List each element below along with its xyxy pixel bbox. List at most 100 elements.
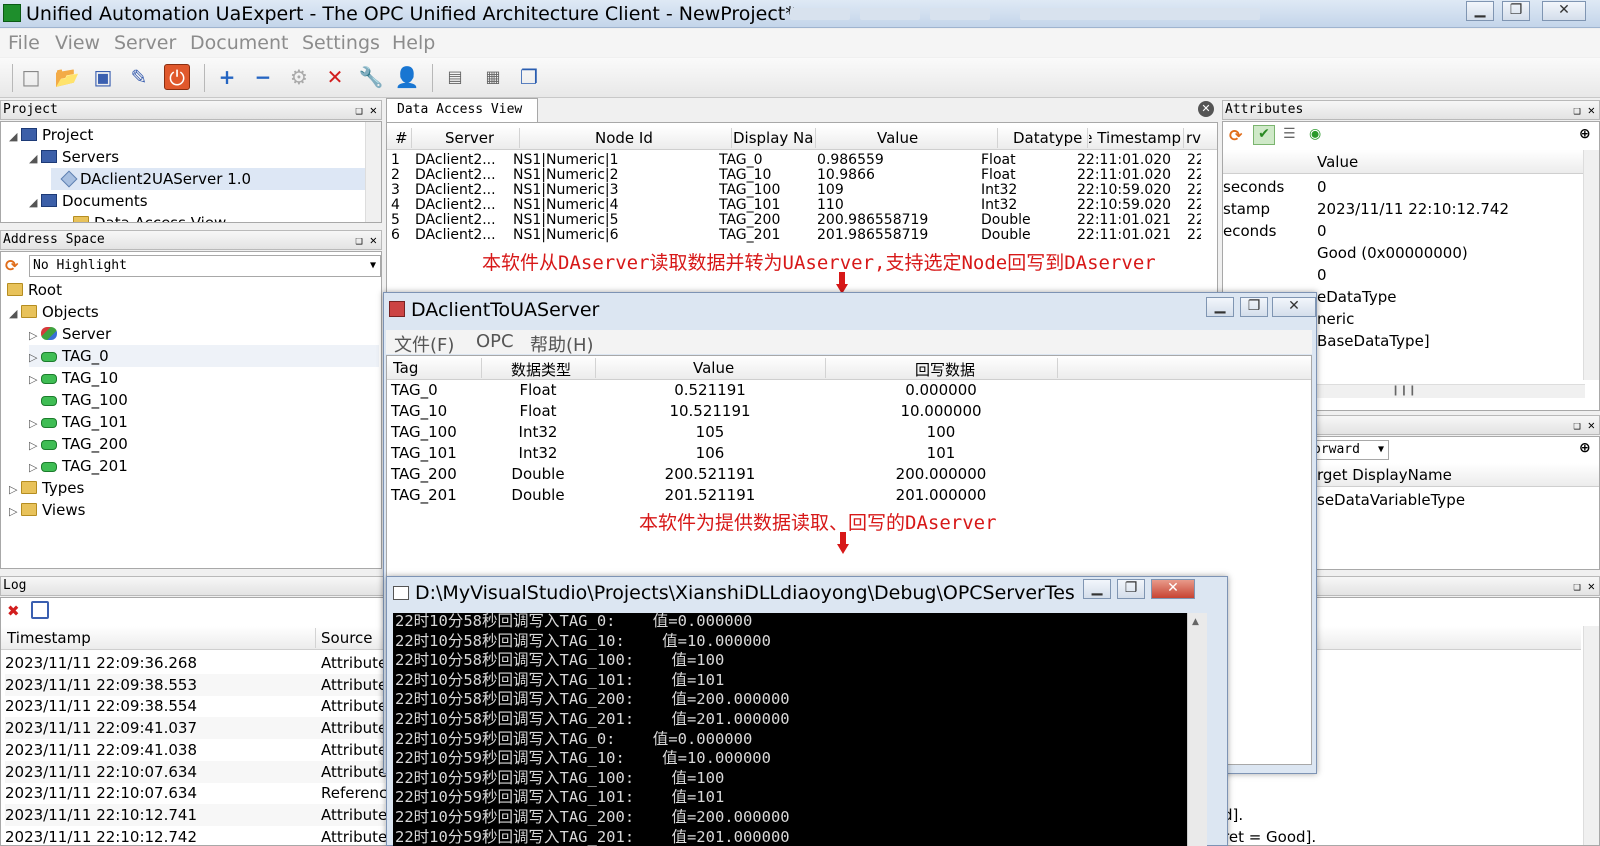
browse-direction-select[interactable]: orward ▼ [1309,440,1389,460]
tree-item-tag-100[interactable]: TAG_100 [29,389,128,411]
open-icon[interactable]: 📂 [54,64,80,90]
tree-item-data-access-view[interactable]: Data Access View [73,212,226,222]
close-tab-icon[interactable]: ✕ [1198,101,1214,117]
dialog-tag-row[interactable]: TAG_201 Double 201.521191 201.000000 [387,485,1057,506]
remove-server-icon[interactable]: − [250,64,276,90]
report-icon[interactable]: ▤ [442,64,468,90]
attribute-row[interactable]: stamp 2023/11/11 22:10:12.742 [1223,198,1583,220]
tree-item-daclient2uaserver[interactable]: DAclient2UAServer 1.0 [51,168,365,190]
attribute-row[interactable]: seconds 0 [1223,176,1583,198]
dav-row[interactable]: 4 DAclient2... NS1|Numeric|4 TAG_101 110 Int3… [387,198,1205,213]
menu-document[interactable]: Document [190,32,288,54]
dialog-tag-row[interactable]: TAG_100 Int32 105 100 [387,422,1057,443]
folder-icon [21,305,37,318]
tree-item-root[interactable]: Root [7,279,62,301]
tree-item-views[interactable]: ▷ Views [9,499,85,521]
tree-item-server[interactable]: ▷ Server [29,323,111,345]
panel-float-close-icon[interactable]: ❑ ✕ [355,101,377,119]
panel-float-close-icon[interactable]: ❑ ✕ [1573,416,1595,434]
tree-view-icon[interactable]: ☰ [1283,126,1296,142]
attribute-row[interactable]: 0 [1223,264,1583,286]
log-row[interactable]: 2023/11/11 22:09:38.553 Attribute [5,673,387,696]
log-row[interactable]: 2023/11/11 22:10:12.741 Attribute [5,803,387,826]
log-row[interactable]: 2023/11/11 22:09:41.037 Attribute [5,717,387,740]
dialog-menu-opc[interactable]: OPC [476,331,514,352]
save-log-icon[interactable] [31,601,49,619]
dav-row[interactable]: 5 DAclient2... NS1|Numeric|5 TAG_200 200.986… [387,213,1205,228]
add-icon[interactable]: ⊕ [1579,126,1591,142]
dialog-tag-row[interactable]: TAG_0 Float 0.521191 0.000000 [387,380,1057,401]
menu-settings[interactable]: Settings [302,32,380,54]
log-row[interactable]: 2023/11/11 22:10:07.634 Attribute [5,760,387,783]
log-row[interactable]: 2023/11/11 22:09:36.268 Attribute [5,652,387,674]
dialog-close-button[interactable]: ✕ [1272,297,1316,317]
tab-data-access-view[interactable]: Data Access View [386,98,538,122]
panel-float-close-icon[interactable]: ❑ ✕ [1573,577,1595,595]
tree-item-servers[interactable]: ◢ Servers [29,146,119,168]
new-icon[interactable]: □ [18,64,44,90]
tree-item-tag-0[interactable]: ▷ TAG_0 [29,345,379,367]
attribute-row[interactable]: econds 0 [1223,220,1583,242]
dialog-tag-row[interactable]: TAG_101 Int32 106 101 [387,443,1057,464]
dav-row[interactable]: 2 DAclient2... NS1|Numeric|2 TAG_10 10.9866 F… [387,168,1205,183]
dialog-menu-file[interactable]: 文件(F) [394,331,454,357]
add-server-icon[interactable]: + [214,64,240,90]
dav-row[interactable]: 3 DAclient2... NS1|Numeric|3 TAG_100 109 Int3… [387,183,1205,198]
console-close-button[interactable]: ✕ [1151,579,1195,599]
disconnect-icon[interactable]: ✕ [322,64,348,90]
power-icon[interactable]: ⏻ [164,64,190,90]
tree-item-types[interactable]: ▷ Types [9,477,84,499]
add-icon[interactable]: ⊕ [1579,440,1591,456]
tree-item-project[interactable]: ◢ Project [9,124,93,146]
connect-icon[interactable]: ⚙ [286,64,312,90]
calendar-icon[interactable]: ▦ [480,64,506,90]
console-scrollbar[interactable]: ▲ [1187,613,1207,846]
console-minimize-button[interactable]: ▁ [1083,579,1111,599]
maximize-button[interactable]: ❐ [1502,1,1530,21]
log-scrollbar[interactable] [1583,626,1599,845]
dav-row[interactable]: 6 DAclient2... NS1|Numeric|6 TAG_201 201.986… [387,228,1205,243]
window-icon[interactable]: ❐ [516,64,542,90]
menu-view[interactable]: View [55,32,100,54]
highlight-select[interactable]: No Highlight ▼ [29,255,381,277]
reference-row[interactable]: seDataVariableType [1317,489,1465,511]
dialog-minimize-button[interactable]: ▁ [1206,297,1234,317]
settings-icon[interactable]: 🔧 [358,64,384,90]
watch-icon[interactable]: ◉ [1309,126,1321,142]
log-row[interactable]: 2023/11/11 22:10:07.634 Reference [5,782,397,804]
log-row[interactable]: 2023/11/11 22:10:12.742 Attribute [5,826,387,845]
attribute-value: 0 [1317,178,1327,196]
dialog-tag-row[interactable]: TAG_10 Float 10.521191 10.000000 [387,401,1057,422]
close-button[interactable]: ✕ [1542,1,1586,21]
log-row[interactable]: 2023/11/11 22:09:41.038 Attribute [5,739,387,761]
save-as-icon[interactable]: ✎ [126,64,152,90]
dav-row[interactable]: 1 DAclient2... NS1|Numeric|1 TAG_0 0.986559 F… [387,153,1205,168]
clear-log-icon[interactable]: ✖ [7,602,20,620]
minimize-button[interactable]: ▁ [1466,1,1494,21]
dialog-tag-row[interactable]: TAG_200 Double 200.521191 200.000000 [387,464,1057,485]
save-icon[interactable]: ▣ [90,64,116,90]
checkmark-icon[interactable]: ✔ [1253,125,1275,145]
user-icon[interactable]: 👤 [394,64,420,90]
menu-server[interactable]: Server [114,32,176,54]
log-row[interactable]: 2023/11/11 22:09:38.554 Attribute [5,695,387,717]
attribute-row[interactable]: Good (0x00000000) [1223,242,1583,264]
tree-item-tag-10[interactable]: ▷ TAG_10 [29,367,118,389]
tree-item-tag-101[interactable]: ▷ TAG_101 [29,411,128,433]
refresh-icon[interactable]: ⟳ [1229,126,1242,145]
tree-item-documents[interactable]: ◢ Documents [29,190,148,212]
menu-help[interactable]: Help [392,32,435,54]
tree-item-tag-201[interactable]: ▷ TAG_201 [29,455,128,477]
panel-float-close-icon[interactable]: ❑ ✕ [1573,101,1595,119]
panel-float-close-icon[interactable]: ❑ ✕ [355,231,377,249]
console-maximize-button[interactable]: ❐ [1117,579,1145,599]
dialog-menu-help[interactable]: 帮助(H) [530,331,594,357]
refresh-icon[interactable]: ⟳ [5,256,25,276]
menu-file[interactable]: File [8,32,40,54]
scroll-up-icon[interactable]: ▲ [1192,617,1199,627]
dialog-maximize-button[interactable]: ❐ [1240,297,1268,317]
project-scrollbar[interactable] [365,122,381,222]
tree-item-tag-200[interactable]: ▷ TAG_200 [29,433,128,455]
attributes-scrollbar[interactable] [1583,150,1599,380]
tree-item-objects[interactable]: ◢ Objects [9,301,99,323]
